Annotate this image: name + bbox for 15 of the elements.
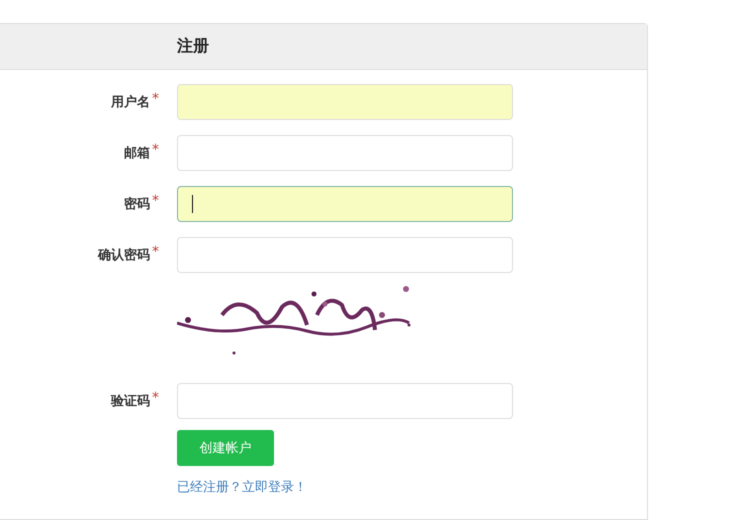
create-account-button[interactable]: 创建帐户 [177, 430, 274, 466]
field-label: 密码 [124, 196, 150, 213]
login-link[interactable]: 已经注册？立即登录！ [177, 478, 307, 496]
required-mark: * [152, 193, 159, 209]
field-label: 用户名 [111, 94, 150, 111]
panel-title: 注册 [177, 36, 209, 57]
required-mark: * [152, 390, 159, 406]
field-label: 邮箱 [124, 145, 150, 162]
field-label: 验证码 [111, 393, 150, 410]
input-field[interactable] [177, 186, 513, 222]
field-label: 确认密码 [98, 246, 150, 264]
required-mark: * [152, 244, 159, 260]
required-mark: * [152, 91, 159, 107]
required-mark: * [152, 142, 159, 158]
text-cursor [192, 195, 193, 213]
